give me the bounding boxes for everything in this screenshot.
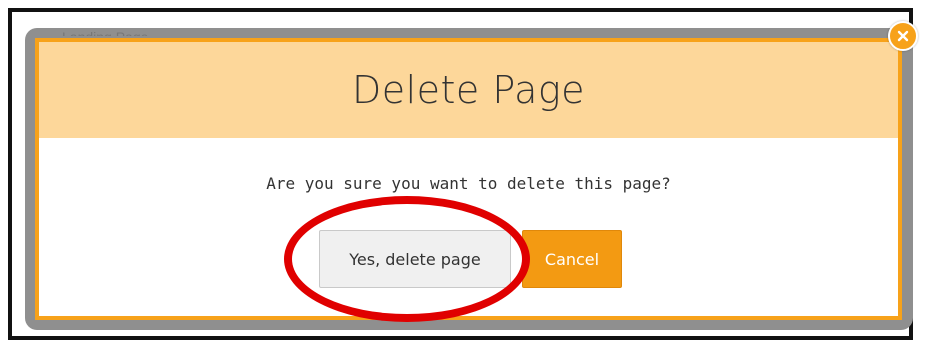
close-button[interactable]: [888, 21, 918, 51]
dialog-title: Delete Page: [351, 68, 586, 112]
confirm-delete-button[interactable]: Yes, delete page: [319, 230, 511, 288]
dialog-header: Delete Page: [39, 42, 898, 138]
dialog-body: Are you sure you want to delete this pag…: [39, 138, 898, 316]
delete-page-dialog: Delete Page Are you sure you want to del…: [35, 38, 902, 320]
background-page-title: Landing Page: [62, 24, 148, 36]
cancel-button[interactable]: Cancel: [522, 230, 622, 288]
confirmation-message: Are you sure you want to delete this pag…: [266, 174, 671, 193]
close-icon: [897, 30, 909, 42]
